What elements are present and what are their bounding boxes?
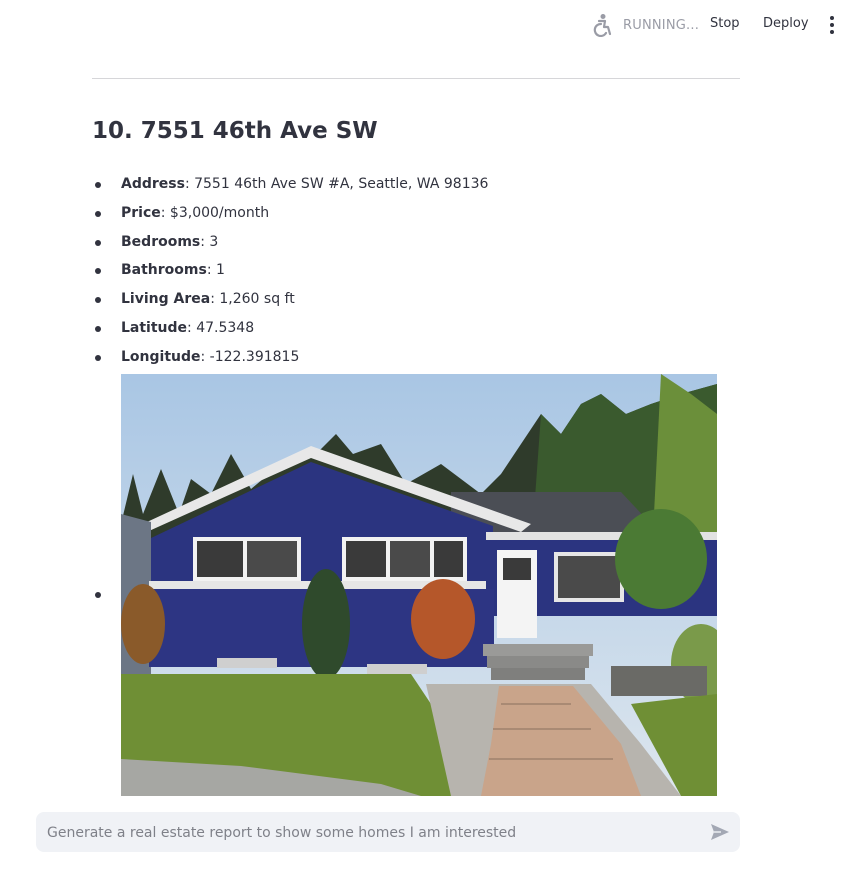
deploy-button[interactable]: Deploy bbox=[763, 16, 809, 31]
detail-value: : 3 bbox=[200, 233, 219, 250]
listing-details: Address: 7551 46th Ave SW #A, Seattle, W… bbox=[92, 170, 732, 372]
detail-label: Bedrooms bbox=[121, 233, 201, 250]
detail-value: : $3,000/month bbox=[160, 204, 270, 221]
listing-title: 10. 7551 46th Ave SW bbox=[92, 118, 378, 144]
kebab-menu-icon[interactable] bbox=[826, 14, 838, 36]
detail-value: : -122.391815 bbox=[200, 348, 300, 365]
detail-label: Bathrooms bbox=[121, 262, 207, 279]
running-person-icon bbox=[591, 13, 613, 37]
running-status: RUNNING... bbox=[591, 13, 699, 37]
list-item: Bedrooms: 3 bbox=[92, 228, 732, 257]
list-item: Living Area: 1,260 sq ft bbox=[92, 285, 732, 314]
detail-value: : 1,260 sq ft bbox=[210, 291, 295, 308]
status-text: RUNNING... bbox=[623, 17, 700, 33]
detail-value: : 47.5348 bbox=[187, 319, 255, 336]
detail-label: Longitude bbox=[121, 348, 201, 365]
chat-input-bar bbox=[36, 812, 740, 854]
list-item: Longitude: -122.391815 bbox=[92, 343, 732, 372]
send-icon[interactable] bbox=[710, 822, 730, 842]
house-photo bbox=[121, 374, 717, 796]
divider bbox=[92, 78, 740, 79]
list-item: Bathrooms: 1 bbox=[92, 256, 732, 285]
stop-button[interactable]: Stop bbox=[710, 16, 740, 31]
header-toolbar: RUNNING... Stop Deploy bbox=[0, 0, 848, 52]
detail-label: Address bbox=[121, 176, 185, 192]
chat-input[interactable] bbox=[45, 812, 689, 854]
list-bullet bbox=[95, 592, 101, 598]
list-item: Address: 7551 46th Ave SW #A, Seattle, W… bbox=[92, 170, 732, 199]
detail-value: : 7551 46th Ave SW #A, Seattle, WA 98136 bbox=[184, 176, 489, 192]
detail-label: Price bbox=[121, 204, 161, 221]
detail-value: : 1 bbox=[206, 262, 225, 279]
detail-label: Living Area bbox=[121, 291, 211, 308]
list-item: Price: $3,000/month bbox=[92, 199, 732, 228]
detail-label: Latitude bbox=[121, 319, 188, 336]
list-item: Latitude: 47.5348 bbox=[92, 314, 732, 343]
